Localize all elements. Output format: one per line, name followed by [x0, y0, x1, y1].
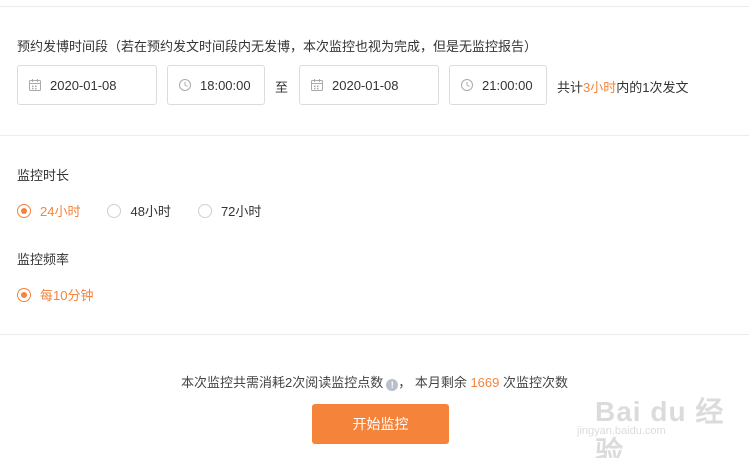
schedule-label: 预约发博时间段（若在预约发文时间段内无发博，本次监控也视为完成，但是无监控报告）	[17, 39, 538, 54]
remaining-suffix: 次监控次数	[503, 375, 569, 390]
duration-radio-group: 24小时 48小时 72小时	[17, 201, 288, 220]
start-time-picker[interactable]: 18:00:00	[167, 65, 265, 105]
total-suffix: 内的1次发文	[616, 80, 689, 95]
radio-unchecked-icon	[197, 203, 212, 218]
duration-label: 监控时长	[17, 168, 70, 183]
end-time-picker[interactable]: 21:00:00	[449, 65, 547, 105]
clock-icon	[460, 78, 474, 92]
calendar-icon	[310, 78, 324, 92]
start-time-value: 18:00:00	[200, 77, 251, 93]
start-date-picker[interactable]: 2020-01-08	[17, 65, 157, 105]
duration-option-label: 24小时	[40, 204, 81, 219]
duration-option-48h[interactable]: 48小时	[107, 201, 171, 220]
duration-option-24h[interactable]: 24小时	[17, 201, 80, 220]
radio-unchecked-icon	[107, 203, 122, 218]
radio-checked-icon	[17, 203, 31, 218]
frequency-option-label: 每10分钟	[40, 288, 94, 303]
info-icon[interactable]: !	[386, 379, 399, 391]
duration-option-label: 48小时	[130, 204, 171, 219]
end-date-picker[interactable]: 2020-01-08	[299, 65, 439, 105]
start-date-value: 2020-01-08	[50, 77, 117, 93]
range-separator: 至	[275, 80, 289, 95]
total-hours: 3小时	[583, 80, 617, 95]
calendar-icon	[28, 78, 42, 92]
radio-checked-icon	[17, 287, 31, 302]
end-time-value: 21:00:00	[482, 77, 533, 93]
duration-option-label: 72小时	[220, 204, 262, 219]
start-monitor-button[interactable]: 开始监控	[312, 404, 449, 444]
watermark-url: jingyan.baidu.com	[577, 425, 666, 437]
baidu-jingyan-watermark: Bai du 经验 jingyan.baidu.com	[565, 378, 745, 458]
cost-text: 本次监控共需消耗2次阅读监控点数	[180, 375, 384, 390]
total-prefix: 共计	[557, 80, 584, 95]
frequency-divider	[0, 334, 749, 335]
watermark-brand: Bai du 经验	[595, 396, 725, 458]
frequency-option-10min[interactable]: 每10分钟	[17, 285, 93, 304]
remaining-prefix: ， 本月剩余	[398, 375, 467, 390]
schedule-divider	[0, 135, 749, 136]
frequency-label: 监控频率	[17, 252, 70, 267]
remaining-count: 1669	[470, 375, 500, 390]
top-divider	[0, 6, 749, 7]
frequency-radio-group: 每10分钟	[17, 285, 120, 304]
duration-option-72h[interactable]: 72小时	[197, 201, 262, 220]
clock-icon	[178, 78, 192, 92]
total-summary: 共计3小时内的1次发文	[557, 77, 688, 96]
end-date-value: 2020-01-08	[332, 77, 399, 93]
